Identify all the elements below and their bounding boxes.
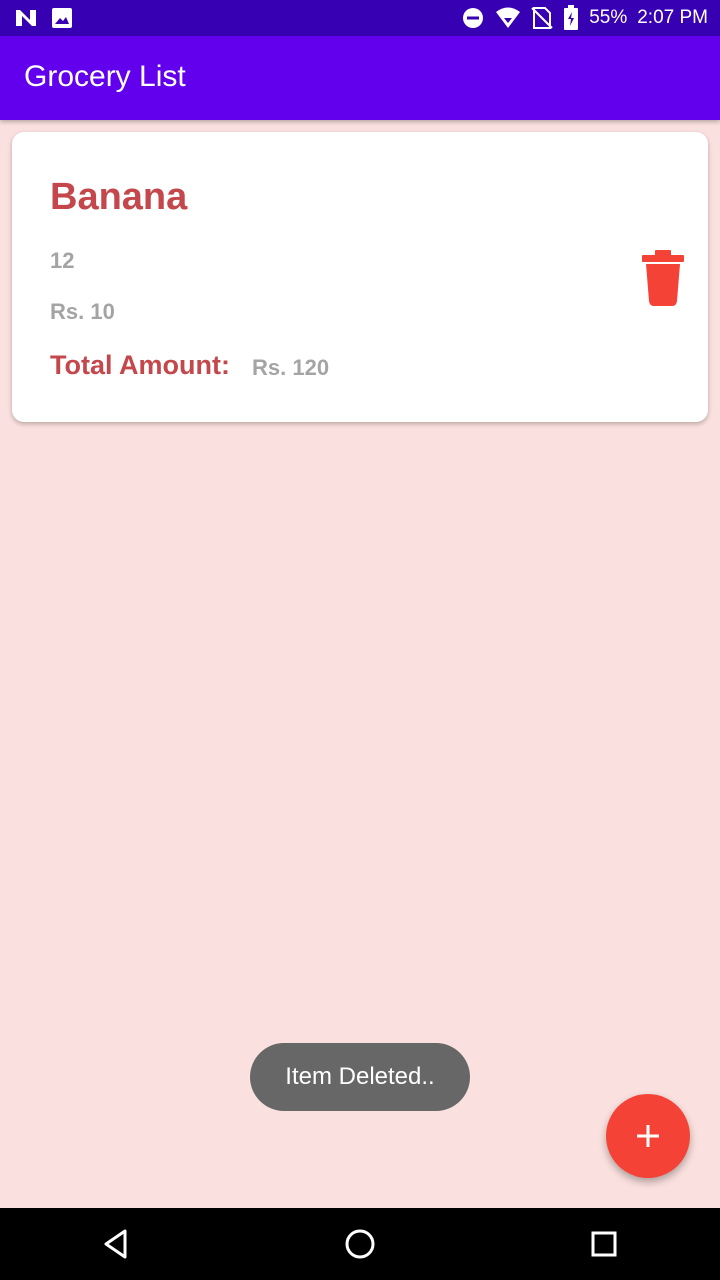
plus-icon — [637, 1125, 659, 1147]
no-sim-icon — [531, 7, 553, 29]
recents-button[interactable] — [586, 1226, 622, 1262]
delete-button[interactable] — [640, 250, 686, 306]
recents-icon — [591, 1231, 617, 1257]
back-button[interactable] — [98, 1226, 134, 1262]
item-name: Banana — [50, 176, 188, 218]
total-amount-value: Rs. 120 — [252, 355, 330, 380]
do-not-disturb-icon — [463, 8, 484, 28]
app-bar: Grocery List — [0, 36, 720, 120]
grocery-item-card[interactable]: Banana 12 Rs. 10 Total Amount: Rs. 120 — [12, 132, 708, 422]
wifi-icon — [496, 7, 521, 28]
add-item-button[interactable] — [606, 1094, 690, 1178]
image-icon — [52, 8, 72, 28]
page-title: Grocery List — [24, 60, 186, 93]
status-bar: 55% 2:07 PM — [0, 0, 720, 36]
battery-percent: 55% — [589, 7, 628, 28]
toast-message: Item Deleted.. — [250, 1043, 470, 1111]
home-icon — [345, 1229, 375, 1259]
item-rate: Rs. 10 — [50, 299, 115, 324]
battery-icon — [564, 5, 579, 30]
item-quantity: 12 — [50, 248, 75, 273]
home-button[interactable] — [342, 1226, 378, 1262]
status-time: 2:07 PM — [637, 7, 708, 28]
navigation-bar — [0, 1208, 720, 1280]
trash-icon — [642, 250, 684, 306]
total-amount-label: Total Amount: — [50, 350, 230, 380]
back-icon — [104, 1229, 127, 1259]
notification-n-icon — [16, 10, 36, 26]
